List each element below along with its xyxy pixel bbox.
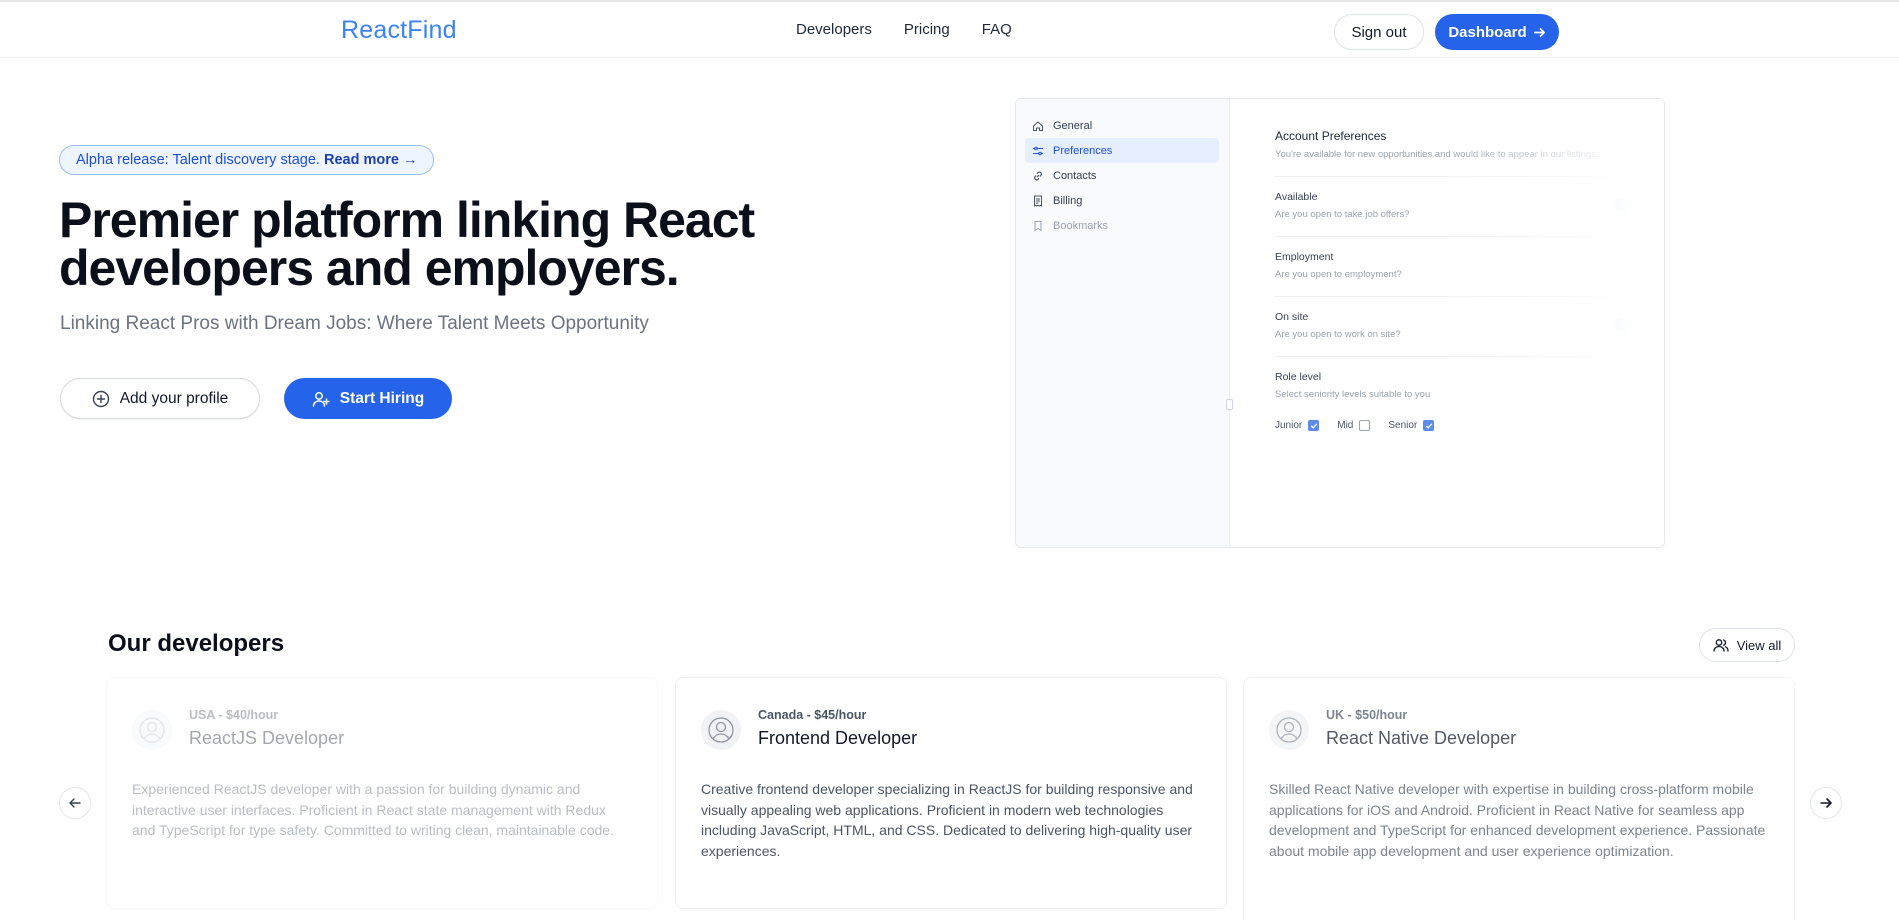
nav-faq[interactable]: FAQ: [982, 21, 1012, 38]
sign-out-button[interactable]: Sign out: [1334, 14, 1424, 50]
developers-section-title: Our developers: [108, 630, 285, 657]
developer-location-rate: UK - $50/hour: [1326, 708, 1408, 722]
preview-nav-billing[interactable]: Billing: [1025, 188, 1219, 213]
avatar: [1269, 710, 1309, 750]
developer-location-rate: Canada - $45/hour: [758, 708, 867, 722]
role-option-label: Senior: [1388, 420, 1418, 431]
junior-checkbox[interactable]: [1308, 420, 1320, 431]
preference-sub: Are you open to take job offers?: [1275, 209, 1410, 220]
badge-text: Alpha release: Talent discovery stage.: [76, 152, 320, 168]
main-nav: Developers Pricing FAQ: [796, 21, 1012, 38]
preview-nav-contacts[interactable]: Contacts: [1025, 163, 1219, 188]
start-hiring-label: Start Hiring: [339, 389, 425, 407]
role-option-label: Junior: [1275, 420, 1303, 431]
developer-description: Creative frontend developer specializing…: [701, 781, 1193, 859]
sign-out-label: Sign out: [1351, 23, 1407, 41]
carousel-prev-button[interactable]: [59, 787, 91, 819]
avatar: [132, 710, 172, 750]
senior-checkbox[interactable]: [1423, 420, 1435, 431]
bookmark-icon: [1034, 220, 1042, 231]
add-profile-label: Add your profile: [119, 389, 229, 407]
receipt-icon: [1034, 195, 1042, 207]
developer-location-rate: USA - $40/hour: [189, 708, 279, 722]
check-icon: [1425, 423, 1432, 429]
add-profile-button[interactable]: Add your profile: [60, 378, 260, 419]
preference-row-onsite: On site Are you open to work on site?: [1275, 296, 1655, 340]
nav-developers[interactable]: Developers: [796, 21, 872, 38]
preference-row-available: Available Are you open to take job offer…: [1275, 176, 1655, 220]
users-icon: [1713, 639, 1729, 652]
settings-preview: General Preferences Contacts Billing Boo…: [1015, 98, 1665, 548]
preference-row-role: Role level Select seniority levels suita…: [1275, 356, 1655, 431]
preferences-description: You're available for new opportunities a…: [1275, 149, 1599, 160]
onsite-toggle[interactable]: [1615, 318, 1641, 332]
preview-nav-label: Billing: [1053, 194, 1083, 207]
preference-row-employment: Employment Are you open to employment?: [1275, 236, 1655, 280]
logo[interactable]: ReactFind: [341, 16, 457, 45]
role-level-label: Role level: [1275, 371, 1322, 383]
preference-sub: Are you open to employment?: [1275, 269, 1402, 280]
role-senior[interactable]: Senior: [1388, 420, 1435, 431]
role-option-label: Mid: [1337, 420, 1354, 431]
developer-card[interactable]: UK - $50/hour React Native Developer Ski…: [1243, 677, 1795, 920]
preview-main: Account Preferences You're available for…: [1275, 129, 1655, 431]
developer-card[interactable]: USA - $40/hour ReactJS Developer Experie…: [106, 677, 658, 909]
role-junior[interactable]: Junior: [1275, 420, 1320, 431]
developer-role: ReactJS Developer: [189, 728, 345, 748]
mid-checkbox[interactable]: [1359, 420, 1371, 431]
site-header: ReactFind Developers Pricing FAQ Sign ou…: [0, 2, 1899, 58]
developer-description: Skilled React Native developer with expe…: [1269, 781, 1766, 859]
sliders-icon: [1033, 146, 1043, 155]
preference-sub: Are you open to work on site?: [1275, 329, 1401, 340]
available-toggle[interactable]: [1615, 198, 1641, 212]
nav-pricing[interactable]: Pricing: [904, 21, 950, 38]
developer-role: Frontend Developer: [758, 728, 918, 748]
resize-handle[interactable]: [1226, 399, 1233, 410]
role-level-options: Junior Mid Senior: [1275, 420, 1655, 431]
home-icon: [1033, 120, 1043, 131]
carousel-next-button[interactable]: [1810, 787, 1842, 819]
developer-card[interactable]: Canada - $45/hour Frontend Developer Cre…: [675, 677, 1227, 909]
start-hiring-button[interactable]: Start Hiring: [284, 378, 452, 419]
check-icon: [1310, 423, 1317, 429]
preference-label: Employment: [1275, 251, 1334, 263]
view-all-label: View all: [1736, 637, 1782, 653]
avatar: [701, 710, 741, 750]
read-more-label: Read more: [323, 152, 399, 168]
read-more-link[interactable]: Read more →: [324, 152, 417, 168]
dashboard-button[interactable]: Dashboard: [1435, 14, 1559, 50]
preview-nav-preferences[interactable]: Preferences: [1025, 138, 1219, 163]
preview-nav-label: General: [1053, 119, 1093, 132]
preview-nav-label: Bookmarks: [1053, 219, 1109, 232]
link-icon: [1034, 171, 1042, 180]
developer-role: React Native Developer: [1326, 728, 1517, 748]
preview-nav-label: Contacts: [1053, 169, 1097, 182]
arrow-right-icon: [1820, 798, 1832, 808]
arrow-left-icon: [69, 798, 81, 808]
employment-toggle[interactable]: [1615, 258, 1641, 272]
developer-description: Experienced ReactJS developer with a pas…: [132, 781, 614, 838]
preference-label: Available: [1275, 191, 1318, 203]
view-all-button[interactable]: View all: [1699, 628, 1795, 662]
preferences-heading: Account Preferences: [1275, 129, 1387, 143]
preference-label: On site: [1275, 311, 1309, 323]
role-mid[interactable]: Mid: [1337, 420, 1371, 431]
user-avatar-icon: [708, 717, 734, 743]
preview-sidebar: General Preferences Contacts Billing Boo…: [1016, 99, 1230, 547]
plus-circle-icon: [92, 390, 109, 407]
user-plus-icon: [312, 391, 330, 407]
preview-nav-general[interactable]: General: [1025, 113, 1219, 138]
user-avatar-icon: [139, 717, 165, 743]
user-avatar-icon: [1276, 717, 1302, 743]
alpha-release-badge: Alpha release: Talent discovery stage. R…: [59, 145, 435, 175]
dashboard-label: Dashboard: [1448, 23, 1527, 41]
arrow-right-icon: [1533, 27, 1545, 37]
role-level-sub: Select seniority levels suitable to you: [1275, 389, 1431, 400]
hero-subtitle: Linking React Pros with Dream Jobs: Wher…: [60, 313, 649, 334]
preview-nav-bookmarks[interactable]: Bookmarks: [1025, 213, 1219, 238]
hero-title: Premier platform linking React developer…: [59, 192, 755, 296]
preview-nav-label: Preferences: [1053, 144, 1113, 157]
